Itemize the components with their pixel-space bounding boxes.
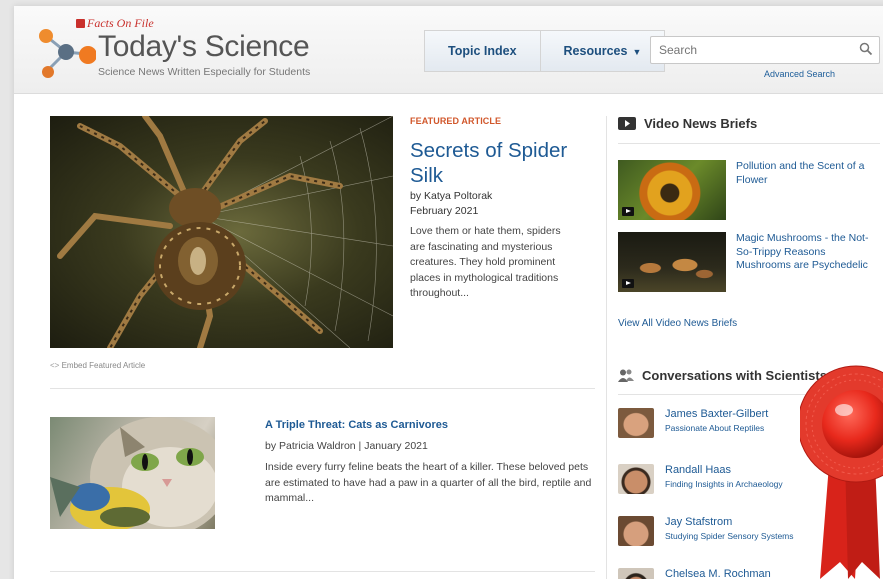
article-cats-excerpt: Inside every furry feline beats the hear…: [265, 461, 592, 504]
scientist-name[interactable]: Chelsea M. Rochman: [665, 568, 771, 579]
nav-resources-label: Resources: [563, 44, 628, 58]
featured-article-image[interactable]: [50, 116, 393, 348]
main-nav: Topic Index Resources ▼: [424, 30, 666, 72]
scientist-item[interactable]: Chelsea M. Rochman: [618, 568, 771, 579]
article-cats-title-link[interactable]: A Triple Threat: Cats as Carnivores: [265, 419, 595, 431]
play-icon: [622, 207, 634, 216]
featured-eyebrow: FEATURED ARTICLE: [410, 116, 502, 126]
article-cat-image[interactable]: [50, 417, 215, 529]
embed-featured-link[interactable]: <> Embed Featured Article: [50, 361, 145, 370]
conversations-heading: Conversations with Scientists: [618, 368, 827, 383]
site-header: Facts On File Today's Science Science Ne…: [14, 6, 883, 94]
article-cats: A Triple Threat: Cats as Carnivores by P…: [265, 419, 595, 507]
video-play-icon: [618, 117, 636, 130]
spider-image: [57, 116, 393, 348]
scientist-subtitle: Studying Spider Sensory Systems: [665, 531, 794, 541]
article-divider: [50, 388, 595, 389]
video-item[interactable]: Magic Mushrooms - the Not-So-Trippy Reas…: [618, 232, 876, 292]
play-icon: [622, 279, 634, 288]
scientist-name[interactable]: Randall Haas: [665, 464, 783, 477]
column-divider: [606, 116, 607, 579]
site-logo[interactable]: Facts On File Today's Science Science Ne…: [26, 16, 356, 86]
video-title[interactable]: Magic Mushrooms - the Not-So-Trippy Reas…: [736, 232, 876, 292]
scientist-avatar: [618, 568, 654, 579]
video-thumbnail[interactable]: [618, 160, 726, 220]
featured-date: February 2021: [410, 205, 479, 217]
featured-excerpt: Love them or hate them, spiders are fasc…: [410, 225, 561, 299]
video-briefs-heading: Video News Briefs: [618, 116, 883, 131]
view-all-videos-link[interactable]: View All Video News Briefs: [618, 318, 737, 329]
publisher-name: Facts On File: [87, 16, 154, 30]
sidebar: Video News Briefs Pollution and the Scen…: [618, 116, 883, 579]
scientist-item[interactable]: James Baxter-Gilbert Passionate About Re…: [618, 408, 768, 438]
scientist-subtitle: Passionate About Reptiles: [665, 423, 765, 433]
brand-title: Today's Science: [98, 30, 310, 63]
nav-topic-index[interactable]: Topic Index: [425, 31, 541, 71]
featured-title-link[interactable]: Secrets of Spider Silk: [410, 138, 570, 188]
video-thumbnail[interactable]: [618, 232, 726, 292]
scientist-avatar: [618, 408, 654, 438]
publisher-mark: Facts On File: [76, 16, 154, 31]
embed-code-icon: <>: [50, 361, 62, 370]
scientist-avatar: [618, 516, 654, 546]
featured-author: by Katya Poltorak: [410, 190, 493, 202]
nav-resources-dropdown[interactable]: Resources ▼: [541, 31, 665, 71]
scientist-avatar: [618, 464, 654, 494]
award-rosette-icon: [800, 365, 883, 579]
scientist-name[interactable]: James Baxter-Gilbert: [665, 408, 768, 421]
search-icon[interactable]: [859, 42, 873, 56]
scientist-subtitle: Finding Insights in Archaeology: [665, 479, 783, 489]
sidebar-divider: [618, 143, 880, 144]
caret-down-icon: ▼: [632, 47, 642, 57]
advanced-search-link[interactable]: Advanced Search: [764, 69, 835, 79]
embed-featured-label: Embed Featured Article: [61, 361, 146, 370]
scientist-name[interactable]: Jay Stafstrom: [665, 516, 794, 529]
scientist-item[interactable]: Randall Haas Finding Insights in Archaeo…: [618, 464, 783, 494]
scientist-item[interactable]: Jay Stafstrom Studying Spider Sensory Sy…: [618, 516, 794, 546]
checkbox-logo-icon: [76, 19, 85, 28]
brand-tagline: Science News Written Especially for Stud…: [98, 66, 311, 78]
people-icon: [618, 369, 634, 382]
featured-article: FEATURED ARTICLE Secrets of Spider Silk …: [410, 116, 570, 302]
search-area: [650, 36, 880, 64]
video-title[interactable]: Pollution and the Scent of a Flower: [736, 160, 876, 220]
cat-image: [50, 417, 215, 529]
search-input[interactable]: [651, 37, 841, 63]
page: Facts On File Today's Science Science Ne…: [14, 6, 883, 579]
search-box: [650, 36, 880, 64]
article-cats-byline: by Patricia Waldron | January 2021: [265, 440, 428, 452]
nav-topic-index-label: Topic Index: [448, 44, 517, 58]
video-briefs-title: Video News Briefs: [644, 116, 758, 131]
article-divider: [50, 571, 595, 572]
video-item[interactable]: Pollution and the Scent of a Flower: [618, 160, 876, 220]
